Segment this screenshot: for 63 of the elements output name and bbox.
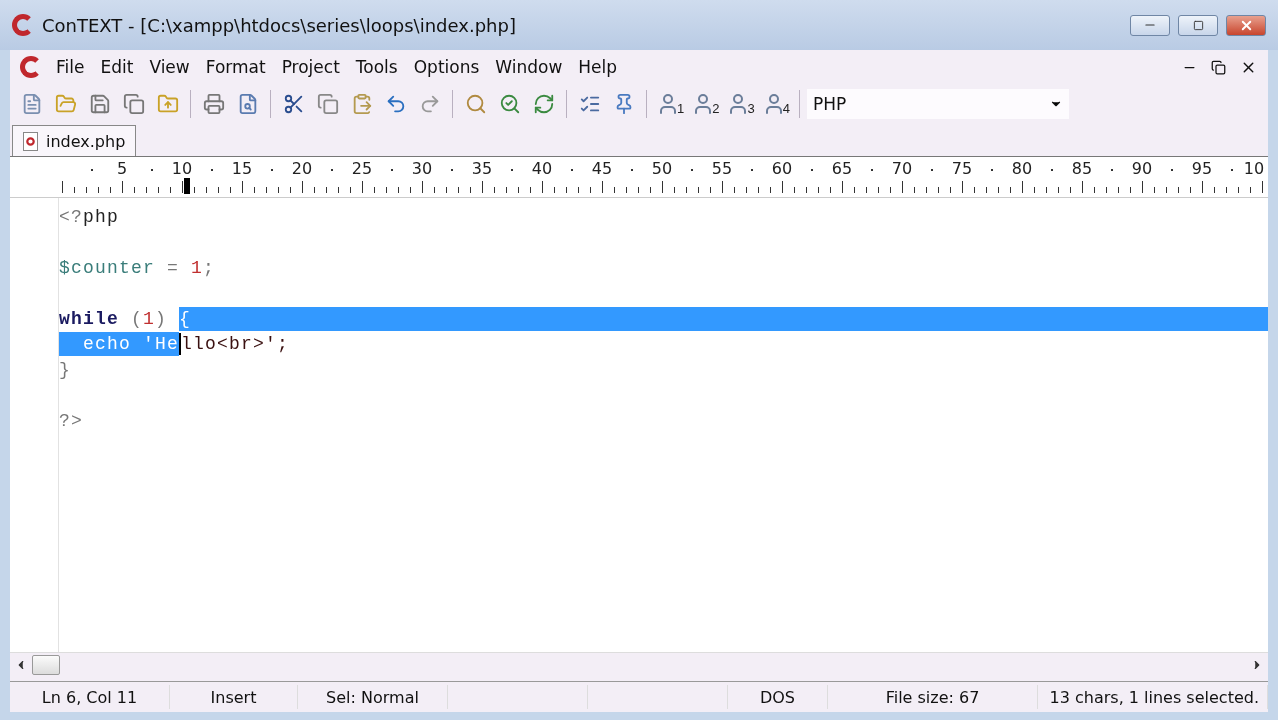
ruler-number: 30 (411, 159, 433, 178)
menu-item[interactable]: Project (273, 57, 348, 77)
user-button[interactable]: 1 (654, 89, 687, 119)
status-text: Insert (170, 685, 298, 709)
code-text: { (179, 306, 192, 331)
ruler-number: 25 (351, 159, 373, 178)
file-icon (23, 131, 38, 151)
code-text: 1 (191, 256, 204, 280)
code-text: = (166, 256, 181, 280)
menu-item[interactable]: Tools (347, 57, 406, 77)
scrollbar-thumb[interactable] (32, 655, 60, 675)
menu-item[interactable]: Window (487, 57, 571, 77)
menu-item[interactable]: View (141, 57, 198, 77)
ruler-number: 45 (591, 159, 613, 178)
ruler-number: 75 (951, 159, 973, 178)
ruler-number: 5 (116, 159, 128, 178)
status-text: DOS (728, 685, 828, 709)
user-button[interactable]: 2 (689, 89, 722, 119)
menu-item[interactable]: Edit (92, 57, 142, 77)
ruler-number: 40 (531, 159, 553, 178)
ruler-number: 95 (1191, 159, 1213, 178)
maximize-icon (1192, 19, 1204, 31)
code-text: php (83, 205, 120, 229)
ruler-number: 65 (831, 159, 853, 178)
ruler-number: 60 (771, 159, 793, 178)
code-text: ; (203, 256, 216, 280)
code-text: while (59, 307, 119, 331)
user-button[interactable]: 3 (724, 89, 757, 119)
ruler-number: 80 (1011, 159, 1033, 178)
file-tab[interactable]: index.php (12, 125, 137, 156)
code-text: $counter (59, 256, 155, 280)
ruler-number: 90 (1131, 159, 1153, 178)
language-select[interactable]: PHP (806, 89, 1069, 119)
code-text: ?> (59, 409, 83, 433)
minimize-button[interactable] (1130, 14, 1170, 36)
window-title: ConTEXT - [C:\xampp\htdocs\series\loops\index.php] (42, 14, 517, 36)
code-text: <? (59, 205, 83, 229)
code-text: echo 'He (59, 332, 180, 357)
menu-item[interactable]: Format (197, 57, 274, 77)
status-text: 13 chars, 1 lines selected. (1038, 685, 1268, 709)
code-text: ( (130, 307, 144, 331)
ruler-number: 50 (651, 159, 673, 178)
status-text: Ln 6, Col 11 (10, 685, 170, 709)
user-button[interactable]: 4 (759, 89, 792, 119)
close-button[interactable] (1226, 14, 1266, 36)
ruler-number: 35 (471, 159, 493, 178)
ruler-number: 10 (1243, 159, 1265, 178)
code-text: } (59, 358, 71, 382)
menu-item[interactable]: Help (570, 57, 626, 77)
status-text: File size: 67 (828, 685, 1038, 709)
code-text: 1 (143, 307, 156, 331)
code-text: ) (155, 307, 169, 331)
maximize-button[interactable] (1178, 14, 1218, 36)
code-text: llo<br>'; (181, 333, 290, 357)
ruler-number: 85 (1071, 159, 1093, 178)
ruler-number: 55 (711, 159, 733, 178)
menu-item[interactable]: Options (405, 57, 488, 77)
ruler-number: 20 (291, 159, 313, 178)
menu-item[interactable]: File (48, 57, 93, 77)
ruler-number: 10 (171, 159, 193, 178)
status-text: Sel: Normal (298, 685, 448, 709)
ruler-number: 15 (231, 159, 253, 178)
ruler-number: 70 (891, 159, 913, 178)
